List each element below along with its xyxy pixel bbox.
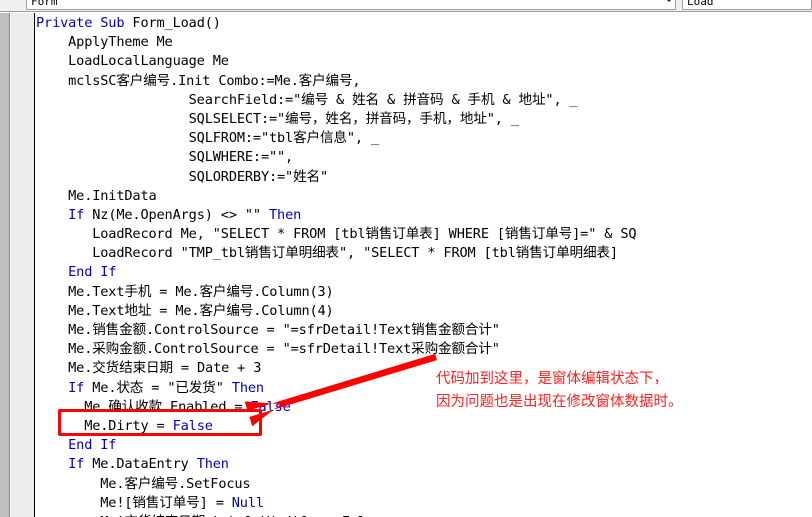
- code-token: LoadRecord "TMP_tbl销售订单明细表", "SELECT * F…: [36, 245, 618, 262]
- code-line: Me![销售订单号] = Null: [36, 494, 812, 513]
- window-frame-left: [0, 13, 10, 517]
- code-line: If Me.状态 = "已发货" Then: [36, 379, 812, 398]
- code-line: Me.交货结束日期 = Date + 3: [36, 359, 812, 378]
- code-line: End If: [36, 436, 812, 455]
- code-token: SQLFROM:="tbl客户信息", _: [36, 130, 380, 147]
- code-line: SQLORDERBY:="姓名": [36, 168, 812, 187]
- code-token: Me.状态 = "已发货": [92, 379, 232, 396]
- code-line: SQLFROM:="tbl客户信息", _: [36, 129, 812, 148]
- code-text[interactable]: Private Sub Form_Load() ApplyTheme Me Lo…: [36, 14, 812, 517]
- code-line: SQLSELECT:="编号，姓名，拼音码，手机，地址", _: [36, 110, 812, 129]
- code-line: Me.销售金额.ControlSource = "=sfrDetail!Text…: [36, 321, 812, 340]
- code-token: Me.销售金额.ControlSource = "=sfrDetail!Text…: [36, 322, 500, 338]
- code-keyword: Private Sub: [36, 15, 133, 31]
- code-line: LoadLocalLanguage Me: [36, 52, 812, 71]
- code-line: If Nz(Me.OpenArgs) <> "" Then: [36, 206, 812, 225]
- code-pane[interactable]: Private Sub Form_Load() ApplyTheme Me Lo…: [0, 13, 812, 517]
- code-token: SearchField:="编号 & 姓名 & 拼音码 & 手机 & 地址", …: [36, 91, 578, 108]
- code-keyword: Null: [231, 494, 264, 511]
- code-token: LoadRecord Me, "SELECT * FROM [tbl销售订单表]…: [36, 226, 637, 243]
- code-token: ApplyTheme Me: [36, 34, 173, 51]
- procedure-dropdown-value: Load: [687, 0, 714, 8]
- code-line: Me.客户编号.SetFocus: [36, 475, 812, 494]
- code-keyword: If: [36, 379, 93, 396]
- code-line: Me.采购金额.ControlSource = "=sfrDetail!Text…: [36, 340, 812, 359]
- gutter-divider: [34, 13, 35, 517]
- code-line: ApplyTheme Me: [36, 33, 812, 52]
- code-token: Me.确认收款.Enabled =: [36, 398, 251, 415]
- object-dropdown[interactable]: Form: [26, 0, 676, 10]
- code-token: Me.Text地址 = Me.客户编号.Column(4): [36, 302, 334, 319]
- code-keyword: End If: [36, 437, 117, 454]
- code-line: Me.Text地址 = Me.客户编号.Column(4): [36, 302, 812, 321]
- code-token: Me.DataEntry: [92, 456, 197, 473]
- code-keyword: End If: [36, 264, 117, 281]
- chevron-down-icon[interactable]: [665, 0, 673, 2]
- code-token: SQLWHERE:="",: [36, 149, 294, 166]
- code-line: SQLWHERE:="",: [36, 148, 812, 167]
- code-keyword: False: [250, 398, 291, 415]
- code-keyword: If: [36, 456, 93, 473]
- code-keyword: If: [36, 206, 93, 223]
- code-token: SQLORDERBY:="姓名": [36, 168, 329, 185]
- code-keyword: Then: [231, 379, 264, 396]
- code-keyword: False: [172, 417, 213, 434]
- margin-indicator-bar[interactable]: [11, 13, 34, 517]
- code-token: Me.Text手机 = Me.客户编号.Column(3): [36, 283, 334, 300]
- code-token: Me.采购金额.ControlSource = "=sfrDetail!Text…: [36, 341, 500, 358]
- code-line: End If: [36, 263, 812, 282]
- code-line: Me!交货结束日期_Label.Visible = Fal: [36, 513, 812, 517]
- code-line: Me.InitData: [36, 187, 812, 206]
- code-token: LoadLocalLanguage Me: [36, 53, 229, 70]
- code-line: LoadRecord "TMP_tbl销售订单明细表", "SELECT * F…: [36, 244, 812, 263]
- code-token: Me.Dirty =: [36, 417, 173, 434]
- procedure-dropdown[interactable]: Load: [682, 0, 812, 10]
- code-line: LoadRecord Me, "SELECT * FROM [tbl销售订单表]…: [36, 225, 812, 244]
- editor-toolbar: Form Load: [0, 0, 812, 12]
- code-token: Form_Load(): [132, 15, 221, 31]
- vba-code-editor-window: Form Load Private Sub Form_Load() ApplyT…: [0, 0, 812, 517]
- code-token: SQLSELECT:="编号，姓名，拼音码，手机，地址", _: [36, 110, 519, 127]
- code-keyword: Then: [196, 456, 229, 473]
- code-token: Nz(Me.OpenArgs) <> "": [92, 206, 270, 223]
- code-token: mclsSC客户编号.Init Combo:=Me.客户编号,: [36, 72, 361, 89]
- code-line: mclsSC客户编号.Init Combo:=Me.客户编号,: [36, 72, 812, 91]
- object-dropdown-value: Form: [31, 0, 58, 8]
- code-line: Private Sub Form_Load(): [36, 14, 812, 33]
- code-line: If Me.DataEntry Then: [36, 455, 812, 474]
- code-token: Me.InitData: [36, 187, 157, 204]
- code-line: Me.Text手机 = Me.客户编号.Column(3): [36, 283, 812, 302]
- code-token: Me.交货结束日期 = Date + 3: [36, 360, 262, 377]
- code-line: Me.确认收款.Enabled = False: [36, 398, 812, 417]
- code-keyword: Then: [269, 206, 302, 223]
- code-token: Me.客户编号.SetFocus: [36, 475, 251, 492]
- code-line: SearchField:="编号 & 姓名 & 拼音码 & 手机 & 地址", …: [36, 91, 812, 110]
- code-token: Me![销售订单号] =: [36, 494, 232, 511]
- code-line: Me.Dirty = False: [36, 417, 812, 436]
